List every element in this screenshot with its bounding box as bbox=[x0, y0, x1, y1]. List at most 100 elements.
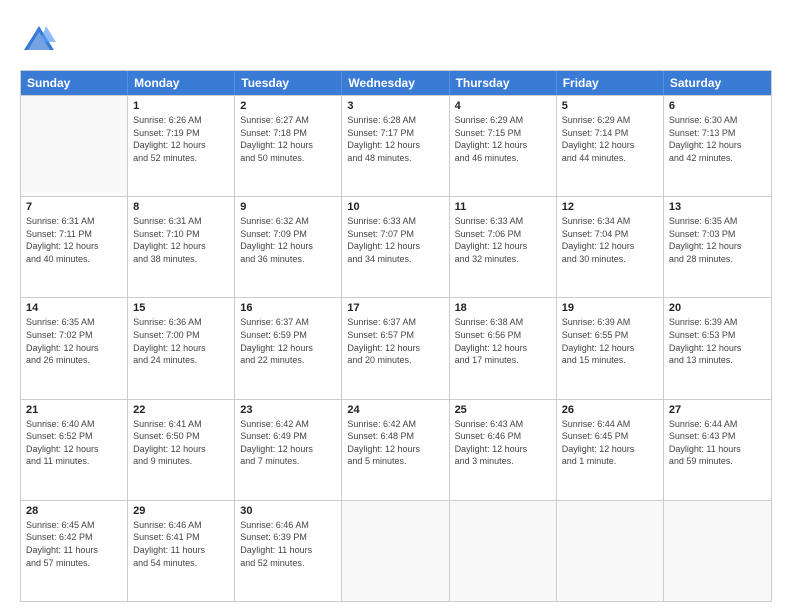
header-day-saturday: Saturday bbox=[664, 71, 771, 95]
day-number: 26 bbox=[562, 404, 658, 416]
cal-cell: 25 Sunrise: 6:43 AM Sunset: 6:46 PM Dayli… bbox=[450, 400, 557, 500]
day-number: 22 bbox=[133, 404, 229, 416]
day-info: Sunrise: 6:36 AM Sunset: 7:00 PM Dayligh… bbox=[133, 316, 229, 366]
day-info: Sunrise: 6:28 AM Sunset: 7:17 PM Dayligh… bbox=[347, 114, 443, 164]
cal-cell: 2 Sunrise: 6:27 AM Sunset: 7:18 PM Daylig… bbox=[235, 96, 342, 196]
cal-cell: 12Sunrise: 6:34 AM Sunset: 7:04 PM Dayli… bbox=[557, 197, 664, 297]
header-day-tuesday: Tuesday bbox=[235, 71, 342, 95]
day-info: Sunrise: 6:33 AM Sunset: 7:07 PM Dayligh… bbox=[347, 215, 443, 265]
header-day-wednesday: Wednesday bbox=[342, 71, 449, 95]
day-info: Sunrise: 6:43 AM Sunset: 6:46 PM Dayligh… bbox=[455, 418, 551, 468]
cal-cell: 16 Sunrise: 6:37 AM Sunset: 6:59 PM Dayli… bbox=[235, 298, 342, 398]
header-day-monday: Monday bbox=[128, 71, 235, 95]
day-number: 28 bbox=[26, 505, 122, 517]
cal-cell bbox=[450, 501, 557, 601]
cal-cell: 7Sunrise: 6:31 AM Sunset: 7:11 PM Daylig… bbox=[21, 197, 128, 297]
week-row-4: 28 Sunrise: 6:45 AM Sunset: 6:42 PM Dayli… bbox=[21, 500, 771, 601]
cal-cell: 13Sunrise: 6:35 AM Sunset: 7:03 PM Dayli… bbox=[664, 197, 771, 297]
day-number: 29 bbox=[133, 505, 229, 517]
cal-cell: 23Sunrise: 6:42 AM Sunset: 6:49 PM Dayli… bbox=[235, 400, 342, 500]
day-number: 3 bbox=[347, 100, 443, 112]
day-number: 7 bbox=[26, 201, 122, 213]
cal-cell: 6 Sunrise: 6:30 AM Sunset: 7:13 PM Daylig… bbox=[664, 96, 771, 196]
day-info: Sunrise: 6:30 AM Sunset: 7:13 PM Dayligh… bbox=[669, 114, 766, 164]
cal-cell: 18 Sunrise: 6:38 AM Sunset: 6:56 PM Dayli… bbox=[450, 298, 557, 398]
cal-cell: 4 Sunrise: 6:29 AM Sunset: 7:15 PM Daylig… bbox=[450, 96, 557, 196]
cal-cell: 22 Sunrise: 6:41 AM Sunset: 6:50 PM Dayli… bbox=[128, 400, 235, 500]
day-number: 4 bbox=[455, 100, 551, 112]
day-info: Sunrise: 6:46 AM Sunset: 6:39 PM Dayligh… bbox=[240, 519, 336, 569]
cal-cell: 24 Sunrise: 6:42 AM Sunset: 6:48 PM Dayli… bbox=[342, 400, 449, 500]
cal-cell: 20 Sunrise: 6:39 AM Sunset: 6:53 PM Dayli… bbox=[664, 298, 771, 398]
day-info: Sunrise: 6:29 AM Sunset: 7:15 PM Dayligh… bbox=[455, 114, 551, 164]
day-info: Sunrise: 6:29 AM Sunset: 7:14 PM Dayligh… bbox=[562, 114, 658, 164]
day-info: Sunrise: 6:37 AM Sunset: 6:59 PM Dayligh… bbox=[240, 316, 336, 366]
day-number: 5 bbox=[562, 100, 658, 112]
cal-cell: 30Sunrise: 6:46 AM Sunset: 6:39 PM Dayli… bbox=[235, 501, 342, 601]
header-day-thursday: Thursday bbox=[450, 71, 557, 95]
day-number: 12 bbox=[562, 201, 658, 213]
day-info: Sunrise: 6:39 AM Sunset: 6:55 PM Dayligh… bbox=[562, 316, 658, 366]
week-row-0: 1 Sunrise: 6:26 AM Sunset: 7:19 PM Daylig… bbox=[21, 95, 771, 196]
day-info: Sunrise: 6:46 AM Sunset: 6:41 PM Dayligh… bbox=[133, 519, 229, 569]
day-number: 27 bbox=[669, 404, 766, 416]
day-number: 14 bbox=[26, 302, 122, 314]
week-row-2: 14 Sunrise: 6:35 AM Sunset: 7:02 PM Dayli… bbox=[21, 297, 771, 398]
cal-cell: 26 Sunrise: 6:44 AM Sunset: 6:45 PM Dayli… bbox=[557, 400, 664, 500]
day-number: 20 bbox=[669, 302, 766, 314]
day-info: Sunrise: 6:33 AM Sunset: 7:06 PM Dayligh… bbox=[455, 215, 551, 265]
cal-cell: 19 Sunrise: 6:39 AM Sunset: 6:55 PM Dayli… bbox=[557, 298, 664, 398]
day-number: 9 bbox=[240, 201, 336, 213]
day-info: Sunrise: 6:42 AM Sunset: 6:48 PM Dayligh… bbox=[347, 418, 443, 468]
cal-cell bbox=[21, 96, 128, 196]
cal-cell: 10 Sunrise: 6:33 AM Sunset: 7:07 PM Dayli… bbox=[342, 197, 449, 297]
day-number: 10 bbox=[347, 201, 443, 213]
cal-cell bbox=[664, 501, 771, 601]
calendar-header: SundayMondayTuesdayWednesdayThursdayFrid… bbox=[21, 71, 771, 95]
day-info: Sunrise: 6:37 AM Sunset: 6:57 PM Dayligh… bbox=[347, 316, 443, 366]
week-row-3: 21Sunrise: 6:40 AM Sunset: 6:52 PM Dayli… bbox=[21, 399, 771, 500]
cal-cell: 17 Sunrise: 6:37 AM Sunset: 6:57 PM Dayli… bbox=[342, 298, 449, 398]
day-info: Sunrise: 6:38 AM Sunset: 6:56 PM Dayligh… bbox=[455, 316, 551, 366]
day-info: Sunrise: 6:41 AM Sunset: 6:50 PM Dayligh… bbox=[133, 418, 229, 468]
day-number: 15 bbox=[133, 302, 229, 314]
day-info: Sunrise: 6:35 AM Sunset: 7:02 PM Dayligh… bbox=[26, 316, 122, 366]
day-number: 25 bbox=[455, 404, 551, 416]
day-number: 8 bbox=[133, 201, 229, 213]
day-number: 13 bbox=[669, 201, 766, 213]
day-info: Sunrise: 6:39 AM Sunset: 6:53 PM Dayligh… bbox=[669, 316, 766, 366]
day-info: Sunrise: 6:32 AM Sunset: 7:09 PM Dayligh… bbox=[240, 215, 336, 265]
logo bbox=[20, 22, 62, 60]
cal-cell: 3 Sunrise: 6:28 AM Sunset: 7:17 PM Daylig… bbox=[342, 96, 449, 196]
day-number: 17 bbox=[347, 302, 443, 314]
day-number: 6 bbox=[669, 100, 766, 112]
day-info: Sunrise: 6:27 AM Sunset: 7:18 PM Dayligh… bbox=[240, 114, 336, 164]
cal-cell: 15 Sunrise: 6:36 AM Sunset: 7:00 PM Dayli… bbox=[128, 298, 235, 398]
day-number: 24 bbox=[347, 404, 443, 416]
cal-cell: 27Sunrise: 6:44 AM Sunset: 6:43 PM Dayli… bbox=[664, 400, 771, 500]
page: SundayMondayTuesdayWednesdayThursdayFrid… bbox=[0, 0, 792, 612]
cal-cell: 11 Sunrise: 6:33 AM Sunset: 7:06 PM Dayli… bbox=[450, 197, 557, 297]
day-info: Sunrise: 6:31 AM Sunset: 7:10 PM Dayligh… bbox=[133, 215, 229, 265]
calendar: SundayMondayTuesdayWednesdayThursdayFrid… bbox=[20, 70, 772, 602]
day-number: 1 bbox=[133, 100, 229, 112]
day-info: Sunrise: 6:44 AM Sunset: 6:45 PM Dayligh… bbox=[562, 418, 658, 468]
cal-cell: 8 Sunrise: 6:31 AM Sunset: 7:10 PM Daylig… bbox=[128, 197, 235, 297]
day-number: 11 bbox=[455, 201, 551, 213]
cal-cell: 29 Sunrise: 6:46 AM Sunset: 6:41 PM Dayli… bbox=[128, 501, 235, 601]
day-info: Sunrise: 6:40 AM Sunset: 6:52 PM Dayligh… bbox=[26, 418, 122, 468]
cal-cell: 1 Sunrise: 6:26 AM Sunset: 7:19 PM Daylig… bbox=[128, 96, 235, 196]
day-info: Sunrise: 6:26 AM Sunset: 7:19 PM Dayligh… bbox=[133, 114, 229, 164]
cal-cell: 28 Sunrise: 6:45 AM Sunset: 6:42 PM Dayli… bbox=[21, 501, 128, 601]
cal-cell: 9 Sunrise: 6:32 AM Sunset: 7:09 PM Daylig… bbox=[235, 197, 342, 297]
day-info: Sunrise: 6:42 AM Sunset: 6:49 PM Dayligh… bbox=[240, 418, 336, 468]
day-number: 18 bbox=[455, 302, 551, 314]
week-row-1: 7Sunrise: 6:31 AM Sunset: 7:11 PM Daylig… bbox=[21, 196, 771, 297]
day-info: Sunrise: 6:45 AM Sunset: 6:42 PM Dayligh… bbox=[26, 519, 122, 569]
day-number: 16 bbox=[240, 302, 336, 314]
cal-cell bbox=[342, 501, 449, 601]
calendar-body: 1 Sunrise: 6:26 AM Sunset: 7:19 PM Daylig… bbox=[21, 95, 771, 601]
day-number: 2 bbox=[240, 100, 336, 112]
cal-cell: 14 Sunrise: 6:35 AM Sunset: 7:02 PM Dayli… bbox=[21, 298, 128, 398]
day-number: 19 bbox=[562, 302, 658, 314]
